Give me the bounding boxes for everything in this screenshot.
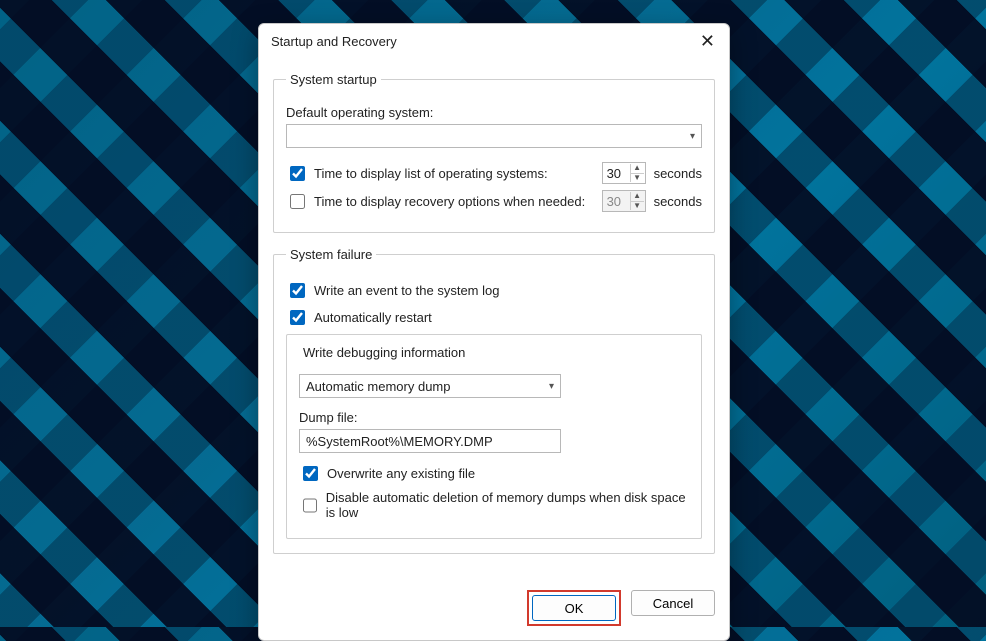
dialog-button-row: OK Cancel bbox=[259, 580, 729, 640]
auto-restart-checkbox[interactable] bbox=[290, 310, 305, 325]
time-recovery-spinner: 30 ▲ ▼ bbox=[602, 190, 646, 212]
default-os-dropdown[interactable]: ▾ bbox=[286, 124, 702, 148]
debug-info-group: Write debugging information Automatic me… bbox=[286, 334, 702, 539]
overwrite-checkbox[interactable] bbox=[303, 466, 318, 481]
time-os-checkbox[interactable] bbox=[290, 166, 305, 181]
time-recovery-value: 30 bbox=[607, 194, 621, 209]
time-os-unit: seconds bbox=[654, 166, 702, 181]
default-os-label: Default operating system: bbox=[286, 105, 702, 120]
dump-type-dropdown[interactable]: Automatic memory dump ▾ bbox=[299, 374, 561, 398]
time-recovery-checkbox[interactable] bbox=[290, 194, 305, 209]
ok-button[interactable]: OK bbox=[532, 595, 616, 621]
dump-file-value: %SystemRoot%\MEMORY.DMP bbox=[306, 434, 493, 449]
system-startup-legend: System startup bbox=[286, 72, 381, 87]
disable-delete-checkbox[interactable] bbox=[303, 498, 317, 513]
system-failure-legend: System failure bbox=[286, 247, 376, 262]
spin-down-icon: ▼ bbox=[630, 202, 644, 211]
chevron-down-icon: ▾ bbox=[549, 381, 554, 392]
system-startup-group: System startup Default operating system:… bbox=[273, 72, 715, 233]
time-os-value: 30 bbox=[607, 166, 621, 181]
write-event-checkbox[interactable] bbox=[290, 283, 305, 298]
write-event-checkbox-label[interactable]: Write an event to the system log bbox=[286, 280, 499, 301]
debug-info-legend: Write debugging information bbox=[299, 345, 469, 360]
write-event-text: Write an event to the system log bbox=[314, 283, 499, 298]
time-recovery-unit: seconds bbox=[654, 194, 702, 209]
dump-type-value: Automatic memory dump bbox=[306, 379, 451, 394]
chevron-down-icon: ▾ bbox=[690, 131, 695, 142]
dump-file-input[interactable]: %SystemRoot%\MEMORY.DMP bbox=[299, 429, 561, 453]
overwrite-text: Overwrite any existing file bbox=[327, 466, 475, 481]
cancel-button[interactable]: Cancel bbox=[631, 590, 715, 616]
close-icon[interactable]: ✕ bbox=[696, 32, 719, 50]
time-os-spinner[interactable]: 30 ▲ ▼ bbox=[602, 162, 646, 184]
ok-highlight: OK bbox=[527, 590, 621, 626]
dialog-body: System startup Default operating system:… bbox=[259, 56, 729, 580]
time-recovery-checkbox-label[interactable]: Time to display recovery options when ne… bbox=[286, 191, 585, 212]
startup-recovery-dialog: Startup and Recovery ✕ System startup De… bbox=[258, 23, 730, 641]
dump-file-label: Dump file: bbox=[299, 410, 689, 425]
time-recovery-text: Time to display recovery options when ne… bbox=[314, 194, 585, 209]
disable-delete-text: Disable automatic deletion of memory dum… bbox=[326, 490, 689, 520]
spin-down-icon[interactable]: ▼ bbox=[630, 174, 644, 183]
overwrite-checkbox-label[interactable]: Overwrite any existing file bbox=[299, 463, 475, 484]
system-failure-group: System failure Write an event to the sys… bbox=[273, 247, 715, 554]
titlebar: Startup and Recovery ✕ bbox=[259, 24, 729, 56]
time-os-checkbox-label[interactable]: Time to display list of operating system… bbox=[286, 163, 548, 184]
auto-restart-checkbox-label[interactable]: Automatically restart bbox=[286, 307, 432, 328]
time-os-text: Time to display list of operating system… bbox=[314, 166, 548, 181]
dialog-title: Startup and Recovery bbox=[271, 34, 397, 49]
disable-delete-checkbox-label[interactable]: Disable automatic deletion of memory dum… bbox=[299, 490, 689, 520]
auto-restart-text: Automatically restart bbox=[314, 310, 432, 325]
